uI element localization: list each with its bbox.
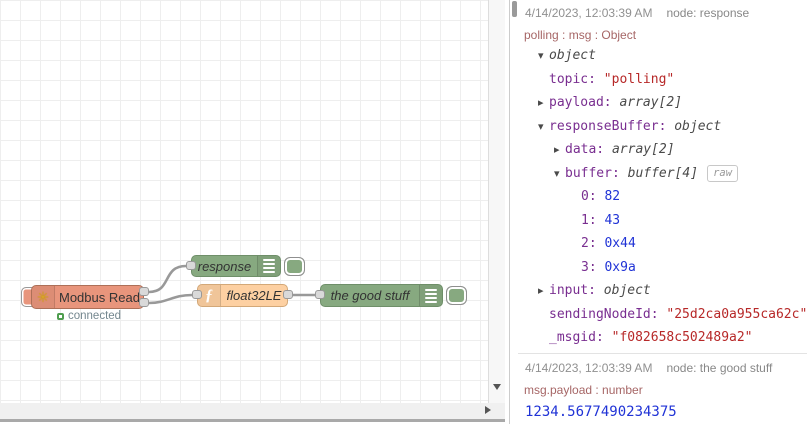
tree-value: "polling" bbox=[603, 71, 675, 87]
tree-key: 3: bbox=[581, 259, 605, 275]
tree-key: buffer: bbox=[565, 165, 628, 181]
tree-key: topic: bbox=[549, 71, 604, 87]
tree-row[interactable]: ▾ object bbox=[518, 44, 807, 68]
tree-value: object bbox=[603, 283, 651, 298]
debug-node-name: node: the good stuff bbox=[666, 360, 773, 375]
caret-right-icon[interactable]: ▸ bbox=[538, 280, 549, 304]
tree-key: 1: bbox=[581, 212, 605, 228]
debug-message-meta: polling : msg : Object bbox=[524, 28, 637, 42]
flow-canvas[interactable]: ✳ Modbus Read response ƒ float32LE the g… bbox=[0, 0, 489, 403]
debug-sidebar-icon bbox=[257, 256, 280, 276]
debug-payload-value: 1234.5677490234375 bbox=[525, 403, 677, 420]
tree-value: 43 bbox=[604, 212, 621, 228]
node-label: response bbox=[197, 258, 252, 274]
node-response[interactable]: response bbox=[191, 255, 281, 277]
node-label: Modbus Read bbox=[59, 289, 140, 305]
tree-key: input: bbox=[549, 283, 604, 298]
canvas-vertical-scrollbar[interactable] bbox=[489, 0, 505, 403]
func-output-port[interactable] bbox=[283, 290, 293, 299]
caret-down-icon[interactable]: ▾ bbox=[554, 163, 565, 187]
wire-modbus-response[interactable] bbox=[148, 264, 187, 294]
tree-value: object bbox=[674, 118, 722, 134]
tree-value: array[2] bbox=[611, 142, 675, 157]
tree-row[interactable]: ▸ data: array[2] bbox=[518, 138, 807, 162]
modbus-output-port-2[interactable] bbox=[139, 298, 149, 307]
modbus-gear-icon: ✳ bbox=[32, 286, 55, 308]
tree-key: payload: bbox=[549, 95, 620, 110]
node-the-good-stuff[interactable]: the good stuff bbox=[320, 284, 443, 307]
tree-row[interactable]: _msgid: "f082658c502489a2" bbox=[518, 326, 807, 350]
tree-value: array[2] bbox=[619, 95, 683, 110]
debug-timestamp: 4/14/2023, 12:03:39 AM bbox=[525, 6, 653, 20]
tree-row[interactable]: ▾ responseBuffer: object bbox=[518, 115, 807, 139]
tree-row[interactable]: ▸ input: object bbox=[518, 279, 807, 303]
tree-key: 2: bbox=[581, 236, 605, 251]
tree-value: object bbox=[549, 48, 596, 63]
tree-value: buffer[4] bbox=[627, 165, 699, 181]
tree-row[interactable]: 3: 0x9a bbox=[518, 256, 807, 280]
modbus-output-port-1[interactable] bbox=[139, 287, 149, 296]
caret-down-icon[interactable]: ▾ bbox=[538, 45, 549, 69]
node-status: connected bbox=[57, 310, 121, 322]
node-label: float32LE bbox=[226, 288, 282, 303]
debug-node-name: node: response bbox=[666, 6, 750, 20]
func-input-port[interactable] bbox=[192, 290, 202, 299]
debug-timestamp: 4/14/2023, 12:03:39 AM bbox=[525, 360, 653, 375]
caret-right-icon[interactable]: ▸ bbox=[538, 92, 549, 116]
debug-sidebar-icon bbox=[419, 285, 442, 306]
debug-sidebar[interactable]: 4/14/2023, 12:03:39 AM node: response poll… bbox=[518, 0, 807, 424]
status-ring-icon bbox=[57, 312, 64, 320]
window-bottom-border bbox=[0, 419, 518, 422]
wire-modbus-func[interactable] bbox=[148, 293, 193, 305]
response-input-port[interactable] bbox=[186, 261, 196, 270]
tree-row[interactable]: 1: 43 bbox=[518, 209, 807, 233]
wire-layer bbox=[148, 264, 316, 305]
tree-key: _msgid: bbox=[549, 330, 612, 345]
caret-down-icon[interactable]: ▾ bbox=[538, 116, 549, 140]
tree-row[interactable]: 2: 0x44 bbox=[518, 232, 807, 256]
tree-value: "f082658c502489a2" bbox=[611, 330, 753, 345]
splitter-grip-handle[interactable] bbox=[512, 1, 517, 17]
tree-value: 0x9a bbox=[604, 259, 636, 275]
tree-value: 0x44 bbox=[604, 236, 636, 251]
tree-row[interactable]: topic: "polling" bbox=[518, 68, 807, 92]
debug-message-meta: msg.payload : number bbox=[524, 382, 643, 397]
tree-key: 0: bbox=[581, 189, 605, 204]
debug-object-tree: ▾ object topic: "polling" ▸ payload: array[2… bbox=[518, 44, 807, 350]
canvas-horizontal-scrollbar[interactable] bbox=[0, 403, 505, 419]
node-label: the good stuff bbox=[330, 288, 410, 303]
node-modbus-read[interactable]: ✳ Modbus Read bbox=[31, 285, 144, 309]
splitter-line bbox=[509, 0, 510, 424]
tree-row[interactable]: 0: 82 bbox=[518, 185, 807, 209]
caret-right-icon[interactable]: ▸ bbox=[554, 139, 565, 163]
debug-message: 4/14/2023, 12:03:39 AM node: response poll… bbox=[518, 6, 807, 350]
raw-button[interactable]: raw bbox=[707, 164, 739, 182]
debug-message: 4/14/2023, 12:03:39 AM node: the good stu… bbox=[518, 352, 807, 420]
sidebar-splitter[interactable] bbox=[505, 0, 518, 424]
tree-value: 82 bbox=[604, 189, 621, 204]
tree-value: "25d2ca0a955ca62c" bbox=[666, 306, 807, 322]
status-label: connected bbox=[68, 310, 122, 322]
tree-key: sendingNodeId: bbox=[549, 306, 667, 322]
tree-row[interactable]: sendingNodeId: "25d2ca0a955ca62c" bbox=[518, 303, 807, 327]
tree-key: responseBuffer: bbox=[549, 118, 675, 134]
debug-enable-toggle[interactable] bbox=[446, 286, 467, 305]
debug-message-header: 4/14/2023, 12:03:39 AM node: response bbox=[525, 6, 799, 20]
tree-row[interactable]: ▾ buffer: buffer[4] raw bbox=[518, 162, 807, 186]
debug-message-list: 4/14/2023, 12:03:39 AM node: response poll… bbox=[518, 6, 807, 420]
debug-message-header: 4/14/2023, 12:03:39 AM node: the good stu… bbox=[525, 361, 799, 375]
node-float32le[interactable]: ƒ float32LE bbox=[197, 284, 288, 307]
tree-key: data: bbox=[565, 142, 612, 157]
scroll-down-icon[interactable] bbox=[493, 384, 501, 390]
scroll-right-icon[interactable] bbox=[485, 406, 491, 414]
debug-enable-toggle[interactable] bbox=[284, 257, 305, 276]
tree-row[interactable]: ▸ payload: array[2] bbox=[518, 91, 807, 115]
goodstuff-input-port[interactable] bbox=[315, 290, 325, 299]
